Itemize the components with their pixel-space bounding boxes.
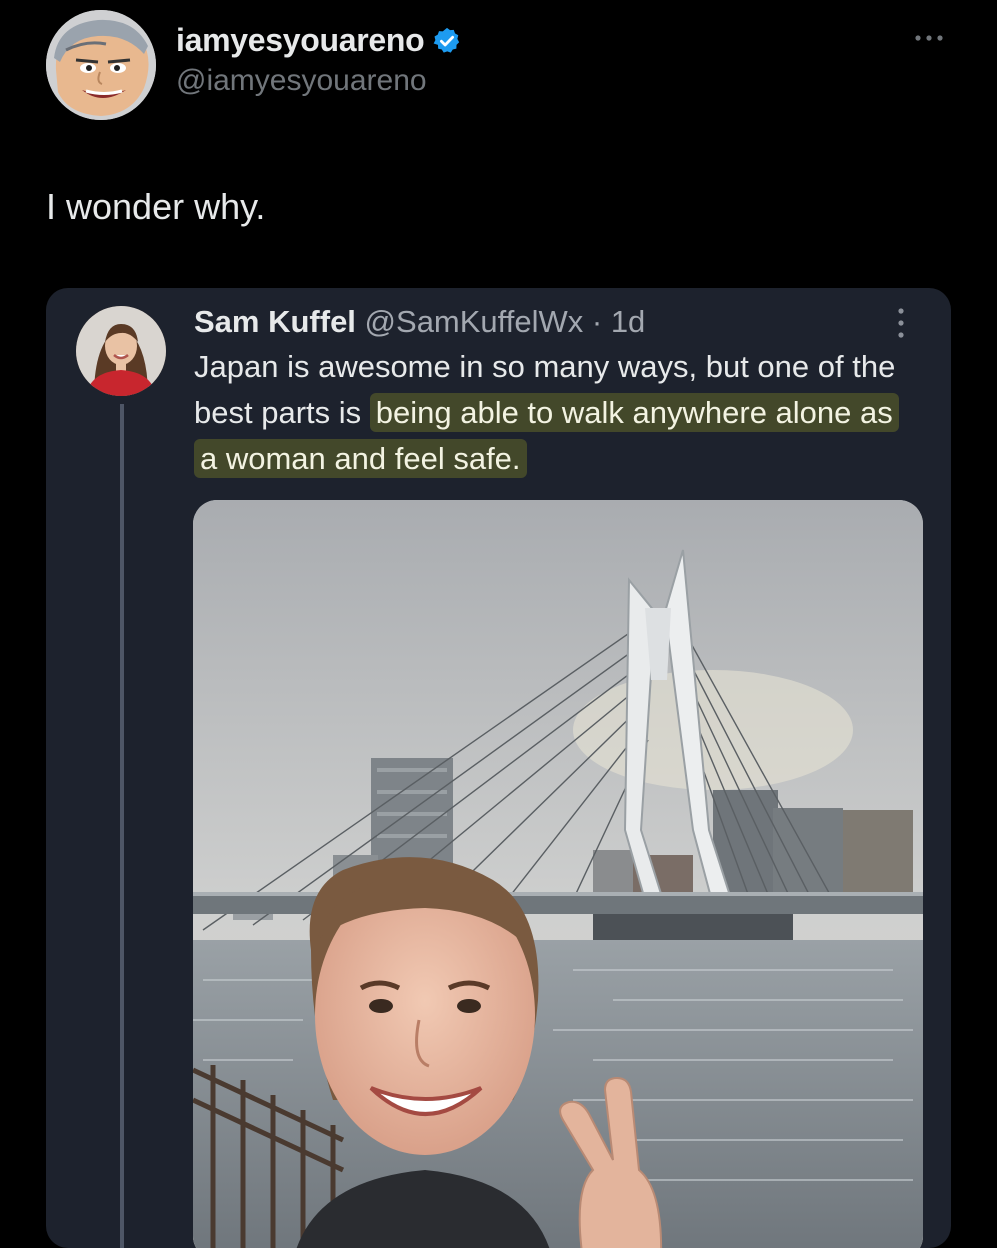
more-vertical-icon[interactable]: [892, 306, 910, 340]
display-name-row: iamyesyouareno: [176, 20, 462, 60]
thread-line: [120, 404, 124, 1248]
verified-badge-icon: [432, 26, 462, 56]
quoted-author-handle[interactable]: @SamKuffelWx: [365, 304, 584, 339]
quoted-tweet-time[interactable]: 1d: [611, 304, 645, 339]
tweet-text: I wonder why.: [46, 186, 266, 227]
quoted-tweet-text: Japan is awesome in so many ways, but on…: [194, 344, 914, 482]
more-horizontal-icon[interactable]: [913, 28, 945, 48]
tweet-header: iamyesyouareno @iamyesyouareno: [46, 8, 951, 120]
author-handle[interactable]: @iamyesyouareno: [176, 64, 462, 98]
quoted-author-name[interactable]: Sam Kuffel: [194, 304, 356, 339]
tweet-photo[interactable]: [193, 500, 923, 1248]
author-display-name[interactable]: iamyesyouareno: [176, 22, 425, 59]
quoted-tweet-header: Sam Kuffel @SamKuffelWx · 1d: [194, 300, 894, 344]
quoted-tweet-card[interactable]: Sam Kuffel @SamKuffelWx · 1d Japan is aw…: [46, 288, 951, 1248]
quoted-tweet-content: Sam Kuffel @SamKuffelWx · 1d Japan is aw…: [194, 300, 899, 482]
photo-scene: [193, 500, 923, 1248]
header-separator: ·: [591, 304, 603, 339]
quoted-author-avatar[interactable]: [76, 306, 166, 396]
author-avatar[interactable]: [46, 10, 156, 120]
author-name-block: iamyesyouareno @iamyesyouareno: [176, 20, 462, 98]
